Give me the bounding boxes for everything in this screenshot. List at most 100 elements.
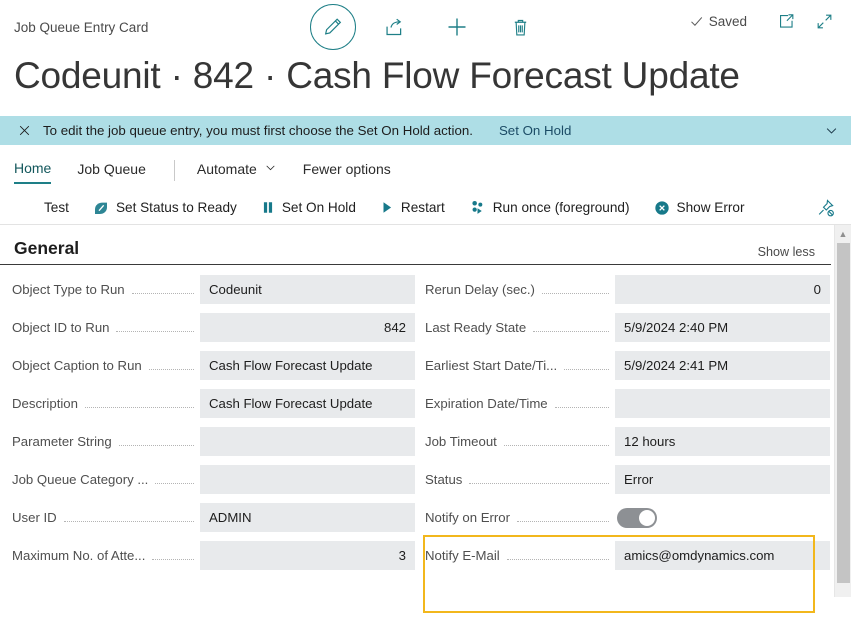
command-show-error[interactable]: Show Error	[654, 200, 745, 216]
field-value-notify-email[interactable]: amics@omdynamics.com	[615, 541, 830, 570]
field-job-queue-category: Job Queue Category ...	[12, 465, 415, 494]
label-dots	[116, 331, 194, 332]
label-dots	[119, 445, 194, 446]
field-expiration-date-time: Expiration Date/Time	[425, 389, 830, 418]
field-label: Job Queue Category ...	[12, 472, 148, 487]
tab-divider	[174, 160, 175, 181]
set-status-ready-icon	[93, 200, 109, 216]
command-set-status-to-ready[interactable]: Set Status to Ready	[93, 200, 237, 216]
tab-automate[interactable]: Automate	[197, 157, 277, 183]
label-dots	[155, 483, 194, 484]
notification-message: To edit the job queue entry, you must fi…	[43, 123, 473, 138]
label-dots	[542, 293, 609, 294]
top-right-actions: Saved	[689, 4, 841, 38]
command-set-on-hold-label: Set On Hold	[282, 200, 356, 215]
plus-icon[interactable]	[434, 4, 480, 50]
command-show-error-label: Show Error	[677, 200, 745, 215]
label-dots	[555, 407, 609, 408]
chevron-down-icon	[264, 161, 277, 177]
tab-home[interactable]: Home	[14, 156, 51, 184]
label-dots	[517, 521, 609, 522]
top-center-actions	[310, 4, 543, 50]
field-value-job-queue-category[interactable]	[200, 465, 415, 494]
command-run-once-foreground-label: Run once (foreground)	[493, 200, 630, 215]
pause-icon	[261, 200, 275, 215]
tab-fewer-options[interactable]: Fewer options	[303, 157, 391, 183]
field-object-caption-to-run: Object Caption to Run Cash Flow Forecast…	[12, 351, 415, 380]
label-dots	[564, 369, 609, 370]
field-label: Notify on Error	[425, 510, 510, 525]
field-last-ready-state: Last Ready State 5/9/2024 2:40 PM	[425, 313, 830, 342]
field-value-user-id[interactable]: ADMIN	[200, 503, 415, 532]
scrollbar-thumb[interactable]	[837, 243, 850, 583]
trash-icon[interactable]	[497, 4, 543, 50]
notification-action-link[interactable]: Set On Hold	[499, 123, 571, 138]
notify-on-error-toggle[interactable]	[617, 508, 657, 528]
label-dots	[149, 369, 194, 370]
chevron-down-icon[interactable]	[824, 123, 839, 138]
field-value-object-id-to-run[interactable]: 842	[200, 313, 415, 342]
field-object-id-to-run: Object ID to Run 842	[12, 313, 415, 342]
content-area: General Show less Object Type to Run Cod…	[0, 225, 851, 597]
field-user-id: User ID ADMIN	[12, 503, 415, 532]
error-circle-icon	[654, 200, 670, 216]
saved-status: Saved	[689, 14, 747, 29]
field-value-description[interactable]: Cash Flow Forecast Update	[200, 389, 415, 418]
edit-pencil-icon[interactable]	[310, 4, 356, 50]
field-value-maximum-no-of-attempts[interactable]: 3	[200, 541, 415, 570]
field-label: Object ID to Run	[12, 320, 109, 335]
field-label: Job Timeout	[425, 434, 497, 449]
command-bar: Test Set Status to Ready Set On Hold Res…	[0, 191, 851, 225]
field-label: Parameter String	[12, 434, 112, 449]
section-general-header: General Show less	[0, 225, 831, 265]
field-value-earliest-start-date-time[interactable]: 5/9/2024 2:41 PM	[615, 351, 830, 380]
command-test[interactable]: Test	[44, 200, 69, 215]
notification-bar: To edit the job queue entry, you must fi…	[0, 116, 851, 145]
field-value-rerun-delay[interactable]: 0	[615, 275, 830, 304]
close-icon[interactable]	[18, 124, 31, 137]
field-label: Object Caption to Run	[12, 358, 142, 373]
field-value-status[interactable]: Error	[615, 465, 830, 494]
command-restart-label: Restart	[401, 200, 445, 215]
field-value-last-ready-state[interactable]: 5/9/2024 2:40 PM	[615, 313, 830, 342]
command-restart[interactable]: Restart	[380, 200, 445, 215]
unpin-icon[interactable]	[816, 198, 835, 217]
field-notify-on-error: Notify on Error	[425, 503, 830, 532]
field-value-object-type-to-run[interactable]: Codeunit	[200, 275, 415, 304]
expand-icon[interactable]	[807, 4, 841, 38]
field-description: Description Cash Flow Forecast Update	[12, 389, 415, 418]
field-label: Notify E-Mail	[425, 548, 500, 563]
saved-label: Saved	[709, 14, 747, 29]
label-dots	[507, 559, 609, 560]
field-status: Status Error	[425, 465, 830, 494]
field-value-expiration-date-time[interactable]	[615, 389, 830, 418]
section-title: General	[14, 238, 79, 259]
field-value-parameter-string[interactable]	[200, 427, 415, 456]
show-less-link[interactable]: Show less	[758, 245, 815, 259]
field-value-job-timeout[interactable]: 12 hours	[615, 427, 830, 456]
top-bar: Job Queue Entry Card	[0, 0, 851, 50]
field-label: Status	[425, 472, 462, 487]
field-label: Rerun Delay (sec.)	[425, 282, 535, 297]
field-label: User ID	[12, 510, 57, 525]
command-test-label: Test	[44, 200, 69, 215]
command-set-status-to-ready-label: Set Status to Ready	[116, 200, 237, 215]
field-label: Earliest Start Date/Ti...	[425, 358, 557, 373]
tab-job-queue[interactable]: Job Queue	[77, 157, 146, 183]
share-icon[interactable]	[371, 4, 417, 50]
field-rerun-delay: Rerun Delay (sec.) 0	[425, 275, 830, 304]
field-label: Last Ready State	[425, 320, 526, 335]
breadcrumb: Job Queue Entry Card	[14, 20, 148, 35]
fields-left-column: Object Type to Run Codeunit Object ID to…	[0, 275, 415, 579]
command-set-on-hold[interactable]: Set On Hold	[261, 200, 356, 215]
field-earliest-start-date-time: Earliest Start Date/Ti... 5/9/2024 2:41 …	[425, 351, 830, 380]
toggle-knob	[639, 510, 655, 526]
command-run-once-foreground[interactable]: Run once (foreground)	[469, 199, 630, 216]
scroll-up-arrow-icon[interactable]: ▲	[835, 225, 851, 242]
field-job-timeout: Job Timeout 12 hours	[425, 427, 830, 456]
label-dots	[152, 559, 194, 560]
label-dots	[533, 331, 609, 332]
vertical-scrollbar[interactable]: ▲	[834, 225, 851, 597]
open-in-new-window-icon[interactable]	[769, 4, 803, 38]
field-value-object-caption-to-run[interactable]: Cash Flow Forecast Update	[200, 351, 415, 380]
